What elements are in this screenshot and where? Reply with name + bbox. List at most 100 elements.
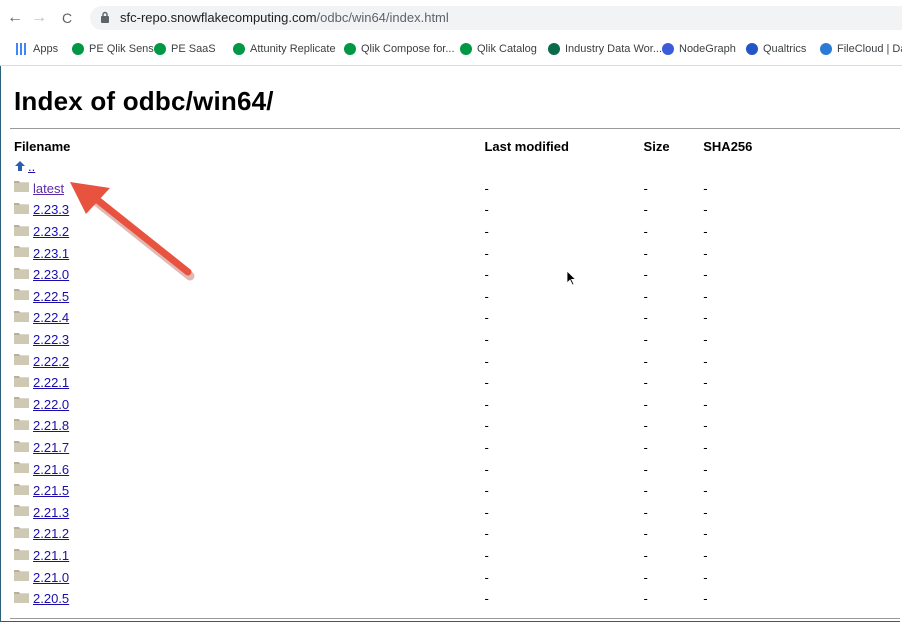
back-icon[interactable]: ← — [6, 9, 24, 27]
size-cell: - — [643, 353, 648, 369]
folder-icon — [14, 203, 29, 215]
table-row: 2.21.2 - - - — [14, 523, 902, 545]
page-title: Index of odbc/win64/ — [14, 86, 274, 116]
folder-icon — [14, 311, 29, 323]
bookmark-label: Qualtrics — [763, 43, 807, 55]
last-modified-cell: - — [484, 353, 489, 369]
bookmark-label: NodeGraph — [679, 43, 736, 55]
table-row: 2.22.0 - - - — [14, 394, 902, 416]
sha256-cell: - — [703, 224, 708, 240]
bookmark-item[interactable]: PE Qlik Sense — [72, 43, 160, 55]
last-modified-cell: - — [484, 202, 489, 218]
directory-link[interactable]: 2.22.1 — [33, 375, 69, 390]
size-cell: - — [643, 569, 648, 585]
table-row: 2.21.0 - - - — [14, 566, 902, 588]
folder-icon — [14, 289, 29, 301]
bookmark-label: Apps — [33, 43, 59, 55]
folder-icon — [14, 548, 29, 560]
reload-icon[interactable]: C — [58, 9, 76, 27]
bottom-divider — [10, 618, 900, 619]
directory-link[interactable]: 2.23.3 — [33, 202, 69, 217]
directory-link[interactable]: 2.22.4 — [33, 310, 69, 325]
folder-icon — [14, 462, 29, 474]
url-text[interactable]: sfc-repo.snowflakecomputing.com/odbc/win… — [120, 10, 449, 25]
bookmark-item[interactable]: Apps — [16, 43, 58, 55]
table-row: 2.23.0 - - - — [14, 264, 902, 286]
parent-row: .. — [14, 156, 902, 178]
table-row: 2.21.1 - - - — [14, 545, 902, 567]
last-modified-cell: - — [484, 547, 489, 563]
sha256-cell: - — [703, 483, 708, 499]
directory-link[interactable]: 2.22.5 — [33, 289, 69, 304]
directory-link[interactable]: 2.23.0 — [33, 267, 69, 282]
sha256-cell: - — [703, 396, 708, 412]
size-header: Size — [643, 138, 670, 154]
directory-link[interactable]: 2.21.8 — [33, 418, 69, 433]
bookmark-item[interactable]: Qualtrics — [746, 43, 806, 55]
table-row: 2.20.5 - - - — [14, 588, 902, 610]
bookmark-label: Qlik Catalog — [477, 43, 537, 55]
table-row: 2.22.5 - - - — [14, 286, 902, 308]
bookmark-label: Qlik Compose for... — [361, 43, 455, 55]
apps-grid-icon — [16, 43, 28, 55]
directory-link[interactable]: 2.21.5 — [33, 483, 69, 498]
directory-link[interactable]: 2.21.0 — [33, 570, 69, 585]
lock-icon — [101, 11, 109, 23]
directory-link[interactable]: 2.23.1 — [33, 246, 69, 261]
directory-link[interactable]: latest — [33, 181, 64, 196]
size-cell: - — [643, 461, 648, 477]
forward-icon[interactable]: → — [30, 9, 48, 27]
directory-link[interactable]: 2.21.7 — [33, 440, 69, 455]
size-cell: - — [643, 224, 648, 240]
last-modified-cell: - — [484, 461, 489, 477]
url-bar[interactable]: sfc-repo.snowflakecomputing.com/odbc/win… — [90, 6, 902, 30]
last-modified-cell: - — [484, 418, 489, 434]
bookmark-favicon-icon — [460, 43, 472, 55]
folder-icon — [14, 375, 29, 387]
bookmark-label: PE Qlik Sense — [89, 43, 160, 55]
bookmark-item[interactable]: Qlik Compose for... — [344, 43, 455, 55]
bookmark-item[interactable]: Industry Data Wor... — [548, 43, 662, 55]
size-cell: - — [643, 245, 648, 261]
directory-link[interactable]: 2.22.0 — [33, 397, 69, 412]
directory-link[interactable]: 2.23.2 — [33, 224, 69, 239]
sha256-cell: - — [703, 461, 708, 477]
directory-link[interactable]: 2.21.2 — [33, 526, 69, 541]
sha256-cell: - — [703, 375, 708, 391]
directory-link[interactable]: 2.20.5 — [33, 591, 69, 606]
folder-icon — [14, 354, 29, 366]
sha256-cell: - — [703, 180, 708, 196]
size-cell: - — [643, 591, 648, 607]
bookmark-item[interactable]: PE SaaS — [154, 43, 216, 55]
directory-link[interactable]: 2.22.3 — [33, 332, 69, 347]
size-cell: - — [643, 504, 648, 520]
bookmark-item[interactable]: Attunity Replicate — [233, 43, 336, 55]
bookmarks-bar: Apps PE Qlik Sense PE SaaS Attunity Replica… — [0, 35, 902, 66]
parent-directory-link[interactable]: .. — [28, 159, 35, 174]
size-cell: - — [643, 526, 648, 542]
bookmark-label: Attunity Replicate — [250, 43, 336, 55]
bookmark-item[interactable]: Qlik Catalog — [460, 43, 537, 55]
bookmark-item[interactable]: NodeGraph — [662, 43, 736, 55]
size-cell: - — [643, 375, 648, 391]
directory-link[interactable]: 2.22.2 — [33, 354, 69, 369]
last-modified-cell: - — [484, 267, 489, 283]
sha256-cell: - — [703, 547, 708, 563]
size-cell: - — [643, 310, 648, 326]
table-row: 2.23.3 - - - — [14, 199, 902, 221]
bookmark-item[interactable]: FileCloud | Dav — [820, 43, 902, 55]
size-cell: - — [643, 440, 648, 456]
sha256-cell: - — [703, 245, 708, 261]
directory-link[interactable]: 2.21.1 — [33, 548, 69, 563]
header-row: Filename Last modified Size SHA256 — [14, 136, 902, 156]
table-row: 2.21.8 - - - — [14, 415, 902, 437]
directory-link[interactable]: 2.21.3 — [33, 505, 69, 520]
folder-icon — [14, 397, 29, 409]
directory-link[interactable]: 2.21.6 — [33, 462, 69, 477]
table-row: 2.23.2 - - - — [14, 221, 902, 243]
filename-header: Filename — [14, 138, 71, 154]
folder-icon — [14, 440, 29, 452]
mouse-cursor-icon — [566, 270, 577, 286]
last-modified-cell: - — [484, 245, 489, 261]
sha256-cell: - — [703, 418, 708, 434]
